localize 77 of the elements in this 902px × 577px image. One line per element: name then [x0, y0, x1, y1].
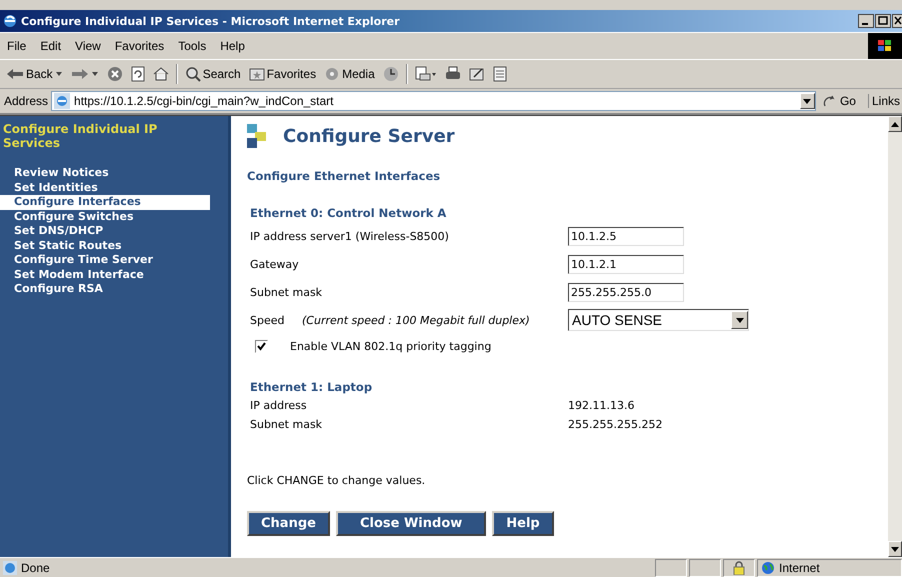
window-title: Configure Individual IP Services - Microsoft Internet Explorer — [21, 14, 401, 28]
favorites-button[interactable]: Favorites — [246, 66, 320, 82]
go-arrow-icon — [822, 94, 837, 108]
speed-dropdown[interactable]: AUTO SENSE — [568, 309, 749, 331]
field-label: Gateway — [250, 258, 300, 270]
menu-item[interactable]: Favorites — [108, 39, 172, 53]
dropdown-button[interactable] — [731, 311, 748, 329]
address-field[interactable]: https://10.1.2.5/cgi-bin/cgi_main?w_indCon_start — [51, 91, 816, 111]
up-arrow-icon — [891, 122, 899, 126]
sidebar-link[interactable]: Configure Time Server — [14, 253, 210, 268]
caret-icon — [803, 98, 812, 104]
go-button[interactable]: Go — [818, 94, 869, 108]
page-icon — [54, 93, 70, 109]
status-pane — [655, 558, 687, 576]
caret-icon — [736, 318, 744, 322]
sidebar-link[interactable]: Review Notices — [14, 166, 210, 180]
links-button[interactable]: Links — [872, 94, 902, 108]
star-folder-icon — [248, 67, 265, 81]
speed-note: (Current speed : 100 Megabit full duplex) — [302, 314, 531, 326]
menu-item[interactable]: Tools — [171, 39, 214, 53]
field-label: IP address server1 (Wireless-S8500) — [250, 230, 450, 242]
sidebar-link[interactable]: Set Static Routes — [14, 238, 210, 253]
globe-icon — [761, 560, 775, 574]
menu-item[interactable]: Help — [213, 39, 252, 53]
checkbox-label: Enable VLAN 802.1q priority tagging — [290, 340, 492, 352]
subsection-heading: Ethernet 1: Laptop — [250, 380, 374, 394]
field-value: 255.255.255.252 — [568, 417, 662, 433]
menu-item[interactable]: File — [0, 39, 34, 53]
status-text: Done — [21, 560, 50, 574]
caret-icon[interactable] — [90, 71, 99, 77]
disc-icon — [324, 66, 340, 82]
lock-icon — [733, 560, 745, 574]
sidebar-heading: Configure Individual IP Services — [2, 122, 158, 150]
scroll-down-button[interactable] — [888, 541, 902, 557]
sidebar-link[interactable]: Set Identities — [14, 180, 210, 195]
input-field[interactable]: 255.255.255.0 — [568, 282, 684, 302]
address-label: Address — [4, 94, 48, 108]
caret-icon[interactable] — [54, 71, 63, 77]
sidebar-link[interactable]: Set Modem Interface — [14, 268, 210, 282]
field-label: IP address — [250, 398, 308, 414]
right-arrow-icon — [70, 68, 89, 80]
menu-item[interactable]: View — [68, 39, 108, 53]
back-button[interactable]: Back — [3, 66, 66, 82]
status-pane — [689, 558, 721, 576]
search-icon — [184, 66, 201, 82]
sidebar-link[interactable]: Set DNS/DHCP — [14, 224, 210, 238]
field-label: Subnet mask — [250, 417, 324, 433]
media-button[interactable]: Media — [321, 65, 378, 83]
sidebar-link[interactable]: Configure Switches — [14, 210, 210, 224]
windows-flag-icon — [868, 33, 902, 59]
browser-logo-icon — [2, 13, 18, 29]
down-arrow-icon — [891, 546, 899, 552]
page-icon — [3, 560, 17, 574]
search-button[interactable]: Search — [182, 65, 244, 83]
page-title: Configure Server — [283, 126, 455, 147]
action-button[interactable]: Close Window — [336, 511, 486, 536]
sidebar-link[interactable]: Configure RSA — [14, 282, 210, 296]
close-button[interactable] — [892, 14, 902, 28]
action-button[interactable]: Help — [492, 511, 554, 536]
minimize-button[interactable] — [858, 14, 874, 28]
field-value: 192.11.13.6 — [568, 398, 634, 414]
field-label: Subnet mask — [250, 286, 324, 298]
field-label: Speed — [250, 314, 286, 326]
maximize-button[interactable] — [875, 14, 891, 28]
scroll-up-button[interactable] — [888, 116, 902, 132]
left-arrow-icon — [6, 68, 24, 80]
subsection-heading: Ethernet 0: Control Network A — [250, 206, 448, 220]
menu-item[interactable]: Edit — [33, 39, 68, 53]
logo-icon — [247, 124, 267, 149]
security-zone: Internet — [757, 558, 902, 576]
action-button[interactable]: Change — [247, 511, 330, 536]
dropdown-button[interactable] — [800, 93, 815, 109]
sidebar-link[interactable]: Configure Interfaces — [0, 195, 210, 210]
input-field[interactable]: 10.1.2.5 — [568, 226, 684, 246]
instruction-text: Click CHANGE to change values. — [247, 474, 426, 487]
section-heading: Configure Ethernet Interfaces — [247, 169, 442, 183]
input-field[interactable]: 10.1.2.1 — [568, 254, 684, 274]
